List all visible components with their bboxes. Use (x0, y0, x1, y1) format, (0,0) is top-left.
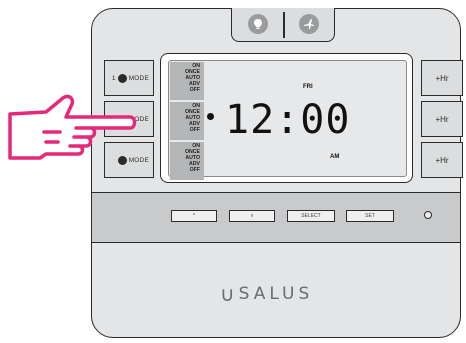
down-button[interactable]: v (229, 210, 275, 222)
plus-hour-label: +Hr (435, 73, 449, 83)
brand-logo: ∪SALUS (220, 282, 314, 306)
top-divider (283, 12, 285, 38)
pointing-hand-icon (8, 94, 137, 160)
up-label: ^ (192, 213, 196, 219)
set-button[interactable]: SET (346, 210, 394, 222)
up-button[interactable]: ^ (171, 210, 217, 222)
mode-status-list-1: ON ONCE AUTO ADV OFF (170, 62, 204, 100)
airplane-icon[interactable] (299, 14, 319, 34)
plus-hour-button-3[interactable]: +Hr (421, 142, 463, 178)
am-pm-label: AM (330, 154, 340, 160)
mode-status-list-2: ON ONCE AUTO ADV OFF (170, 102, 204, 140)
day-label: FRI (303, 84, 313, 90)
select-button[interactable]: SELECT (287, 210, 335, 222)
plus-hour-label: +Hr (435, 155, 449, 165)
set-label: SET (365, 213, 375, 219)
status-led (424, 211, 432, 219)
down-label: v (250, 213, 254, 219)
bulb-icon[interactable] (248, 14, 268, 34)
select-label: SELECT (301, 213, 321, 219)
control-band (92, 192, 460, 243)
plus-hour-button-1[interactable]: +Hr (421, 60, 463, 96)
time-display: 12:00 (225, 97, 351, 143)
top-button-panel (231, 8, 335, 42)
plus-hour-button-2[interactable]: +Hr (421, 101, 463, 137)
selected-mode-indicator (207, 113, 214, 120)
mode-status-list-3: ON ONCE AUTO ADV OFF (170, 142, 204, 180)
plus-hour-label: +Hr (435, 114, 449, 124)
